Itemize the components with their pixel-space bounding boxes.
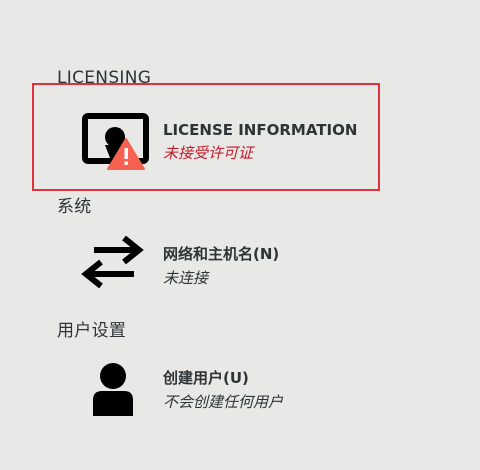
section-title-system: 系统	[57, 197, 92, 217]
section-title-user-settings: 用户设置	[57, 321, 127, 341]
network-hostname-title: 网络和主机名(N)	[163, 245, 280, 263]
network-status: 未连接	[163, 269, 209, 287]
license-highlight-frame	[32, 83, 380, 191]
create-user-spoke[interactable]: 创建用户(U) 不会创建任何用户	[80, 356, 370, 426]
create-user-title: 创建用户(U)	[163, 369, 249, 387]
network-arrows-icon	[80, 232, 150, 302]
network-hostname-spoke[interactable]: 网络和主机名(N) 未连接	[80, 232, 370, 302]
user-icon	[80, 356, 150, 426]
create-user-status: 不会创建任何用户	[163, 393, 284, 411]
